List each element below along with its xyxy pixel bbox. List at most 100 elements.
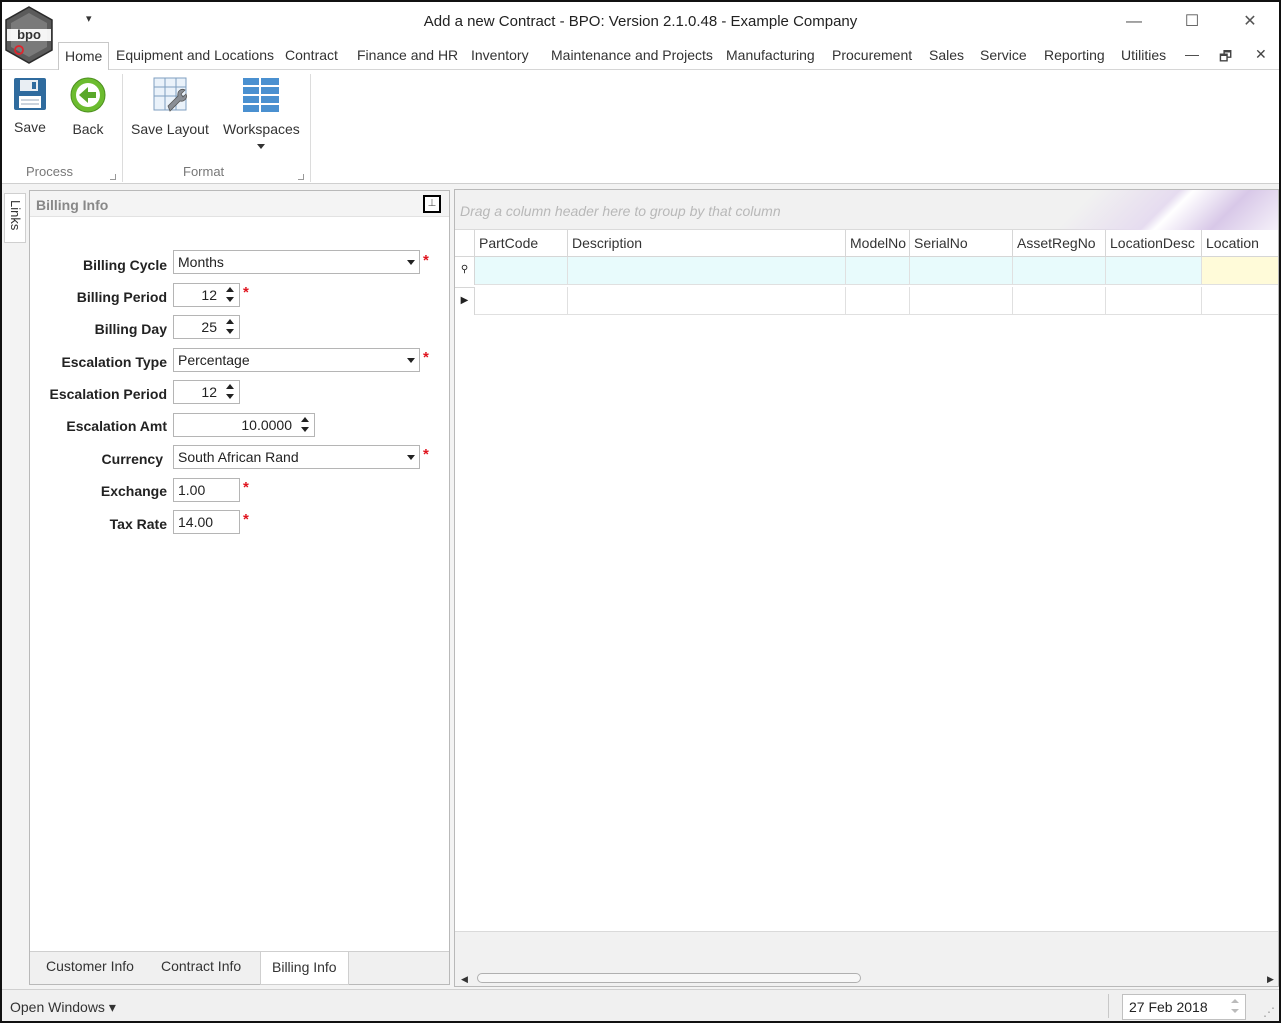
currency-row: Currency [30, 446, 163, 472]
escalation-amt-stepper[interactable]: 10.0000 [173, 413, 315, 437]
exchange-value: 1.00 [178, 482, 206, 498]
new-row-location-cell[interactable] [1202, 257, 1278, 285]
mdi-restore-button[interactable]: 🗗 [1219, 46, 1232, 70]
tab-finance-and-hr[interactable]: Finance and HR [357, 47, 458, 63]
tab-equipment-and-locations[interactable]: Equipment and Locations [116, 47, 274, 63]
ribbon-group-format-label: Format [183, 164, 225, 179]
tab-billing-info[interactable]: Billing Info [260, 952, 349, 985]
open-windows-menu[interactable]: Open Windows ▾ [10, 999, 116, 1016]
maximize-button[interactable]: ☐ [1172, 8, 1212, 36]
new-row-cell[interactable] [910, 257, 1013, 285]
save-layout-button[interactable]: Save Layout [131, 76, 209, 137]
contract-items-grid: Drag a column header here to group by th… [454, 189, 1279, 987]
spin-down-icon[interactable] [226, 297, 234, 302]
bpo-logo[interactable]: bpo [4, 6, 54, 64]
spin-down-icon[interactable] [226, 394, 234, 399]
billing-cycle-row: Billing Cycle [30, 252, 167, 278]
status-separator [1108, 994, 1109, 1018]
new-row-cell[interactable] [475, 257, 568, 285]
tab-service[interactable]: Service [980, 47, 1027, 63]
column-header-serialno[interactable]: SerialNo [910, 230, 1013, 257]
column-header-modelno[interactable]: ModelNo [846, 230, 910, 257]
spin-down-icon[interactable] [301, 427, 309, 432]
tab-inventory[interactable]: Inventory [471, 47, 529, 63]
scroll-left-icon[interactable]: ◀ [461, 974, 468, 985]
scroll-right-icon[interactable]: ▶ [1267, 974, 1274, 985]
new-row-cell[interactable] [1106, 257, 1202, 285]
billing-cycle-select[interactable]: Months [173, 250, 420, 274]
group-by-panel[interactable]: Drag a column header here to group by th… [455, 190, 1278, 230]
tab-contract[interactable]: Contract [285, 47, 338, 63]
tab-home[interactable]: Home [58, 42, 110, 71]
chevron-down-icon[interactable] [407, 358, 415, 363]
tab-maintenance-and-projects[interactable]: Maintenance and Projects [551, 47, 713, 63]
exchange-row: Exchange [30, 478, 167, 504]
mdi-close-button[interactable]: ✕ [1255, 46, 1267, 63]
tab-customer-info[interactable]: Customer Info [46, 958, 134, 974]
table-row-cell[interactable] [846, 287, 910, 315]
column-header-locationdesc[interactable]: LocationDesc [1106, 230, 1202, 257]
spin-up-icon[interactable] [1231, 999, 1239, 1003]
table-row-cell[interactable] [1106, 287, 1202, 315]
tax-rate-row: Tax Rate [30, 511, 167, 537]
tab-sales[interactable]: Sales [929, 47, 964, 63]
mdi-minimize-button[interactable]: — [1185, 46, 1199, 62]
spin-up-icon[interactable] [226, 384, 234, 389]
save-button[interactable]: Save [12, 76, 48, 135]
table-row-cell[interactable] [1013, 287, 1106, 315]
row-indicator-icon: ▶ [455, 287, 475, 315]
application-window: bpo ▾ Add a new Contract - BPO: Version … [0, 0, 1281, 1023]
save-layout-icon [153, 77, 187, 112]
required-marker: * [243, 479, 249, 496]
table-row-cell[interactable] [475, 287, 568, 315]
new-row-cell[interactable] [1013, 257, 1106, 285]
billing-period-label: Billing Period [76, 289, 167, 305]
column-header-assetregno[interactable]: AssetRegNo [1013, 230, 1106, 257]
workspaces-dropdown-icon[interactable] [256, 144, 266, 150]
spin-down-icon[interactable] [226, 329, 234, 334]
minimize-button[interactable]: — [1114, 8, 1154, 36]
tab-procurement[interactable]: Procurement [832, 47, 912, 63]
tax-rate-field[interactable]: 14.00 [173, 510, 240, 534]
spin-up-icon[interactable] [226, 319, 234, 324]
chevron-down-icon[interactable] [407, 260, 415, 265]
escalation-period-stepper[interactable]: 12 [173, 380, 240, 404]
tab-contract-info[interactable]: Contract Info [161, 958, 241, 974]
escalation-type-select[interactable]: Percentage [173, 348, 420, 372]
tab-reporting[interactable]: Reporting [1044, 47, 1105, 63]
escalation-amt-value: 10.0000 [241, 417, 292, 433]
column-header-partcode[interactable]: PartCode [475, 230, 568, 257]
currency-label: Currency [101, 451, 163, 467]
pin-icon[interactable]: ⊥ [423, 195, 441, 213]
ribbon-tabs: Home Equipment and Locations Contract Fi… [2, 42, 1279, 71]
chevron-down-icon[interactable] [407, 455, 415, 460]
back-button[interactable]: Back [69, 76, 107, 137]
billing-day-value: 25 [201, 319, 217, 335]
close-button[interactable]: ✕ [1230, 8, 1270, 36]
format-group-launcher-icon[interactable] [298, 174, 304, 180]
table-row-cell[interactable] [568, 287, 846, 315]
workspaces-button[interactable]: Workspaces [223, 76, 300, 153]
tab-utilities[interactable]: Utilities [1121, 47, 1166, 63]
table-row-cell[interactable] [1202, 287, 1278, 315]
tab-manufacturing[interactable]: Manufacturing [726, 47, 815, 63]
spin-up-icon[interactable] [301, 417, 309, 422]
new-row-cell[interactable] [846, 257, 910, 285]
links-side-tab[interactable]: Links [4, 193, 26, 243]
required-marker: * [423, 446, 429, 463]
billing-day-stepper[interactable]: 25 [173, 315, 240, 339]
spin-up-icon[interactable] [226, 287, 234, 292]
column-header-description[interactable]: Description [568, 230, 846, 257]
new-row-cell[interactable] [568, 257, 846, 285]
billing-period-stepper[interactable]: 12 [173, 283, 240, 307]
currency-select[interactable]: South African Rand [173, 445, 420, 469]
spin-down-icon[interactable] [1231, 1009, 1239, 1013]
table-row-cell[interactable] [910, 287, 1013, 315]
horizontal-scrollbar[interactable] [477, 973, 861, 983]
resize-grip-icon[interactable]: ⋰ [1263, 1005, 1275, 1019]
date-field[interactable]: 27 Feb 2018 [1122, 994, 1246, 1020]
exchange-field[interactable]: 1.00 [173, 478, 240, 502]
escalation-type-label: Escalation Type [61, 354, 167, 370]
process-group-launcher-icon[interactable] [110, 174, 116, 180]
column-header-location[interactable]: Location [1202, 230, 1278, 257]
